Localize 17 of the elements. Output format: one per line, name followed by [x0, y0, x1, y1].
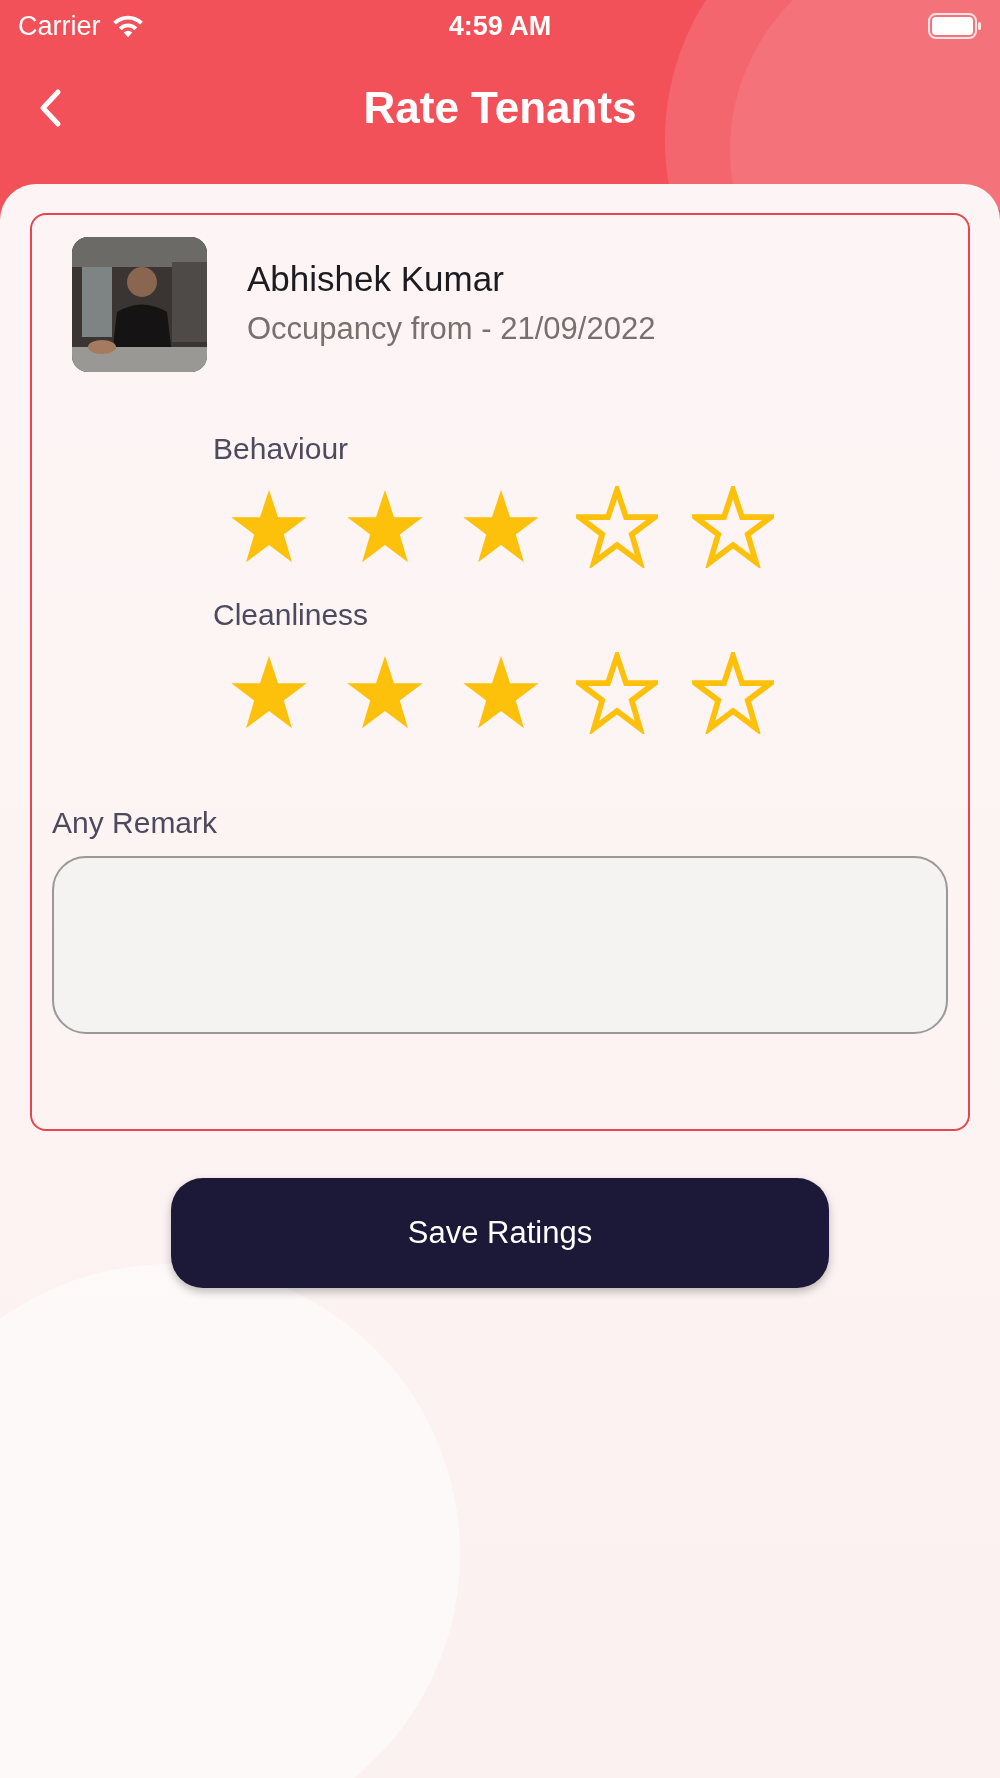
battery-icon — [928, 13, 982, 39]
screen-title: Rate Tenants — [363, 83, 637, 133]
rating-label: Cleanliness — [213, 598, 370, 632]
empty-star-icon[interactable] — [576, 652, 658, 734]
empty-star-icon[interactable] — [692, 652, 774, 734]
wifi-icon — [110, 13, 145, 39]
status-time: 4:59 AM — [448, 10, 552, 42]
rating-label: Behaviour — [213, 432, 350, 466]
remark-label: Any Remark — [52, 806, 219, 840]
back-icon[interactable] — [38, 88, 62, 128]
tenant-name: Abhishek Kumar — [247, 259, 505, 299]
remark-field[interactable] — [52, 856, 948, 1034]
save-ratings-button[interactable]: Save Ratings — [171, 1178, 829, 1288]
empty-star-icon[interactable] — [692, 486, 774, 568]
empty-star-icon[interactable] — [576, 486, 658, 568]
occupancy-date: Occupancy from - 21/09/2022 — [247, 311, 656, 347]
carrier-label: Carrier — [18, 10, 101, 42]
